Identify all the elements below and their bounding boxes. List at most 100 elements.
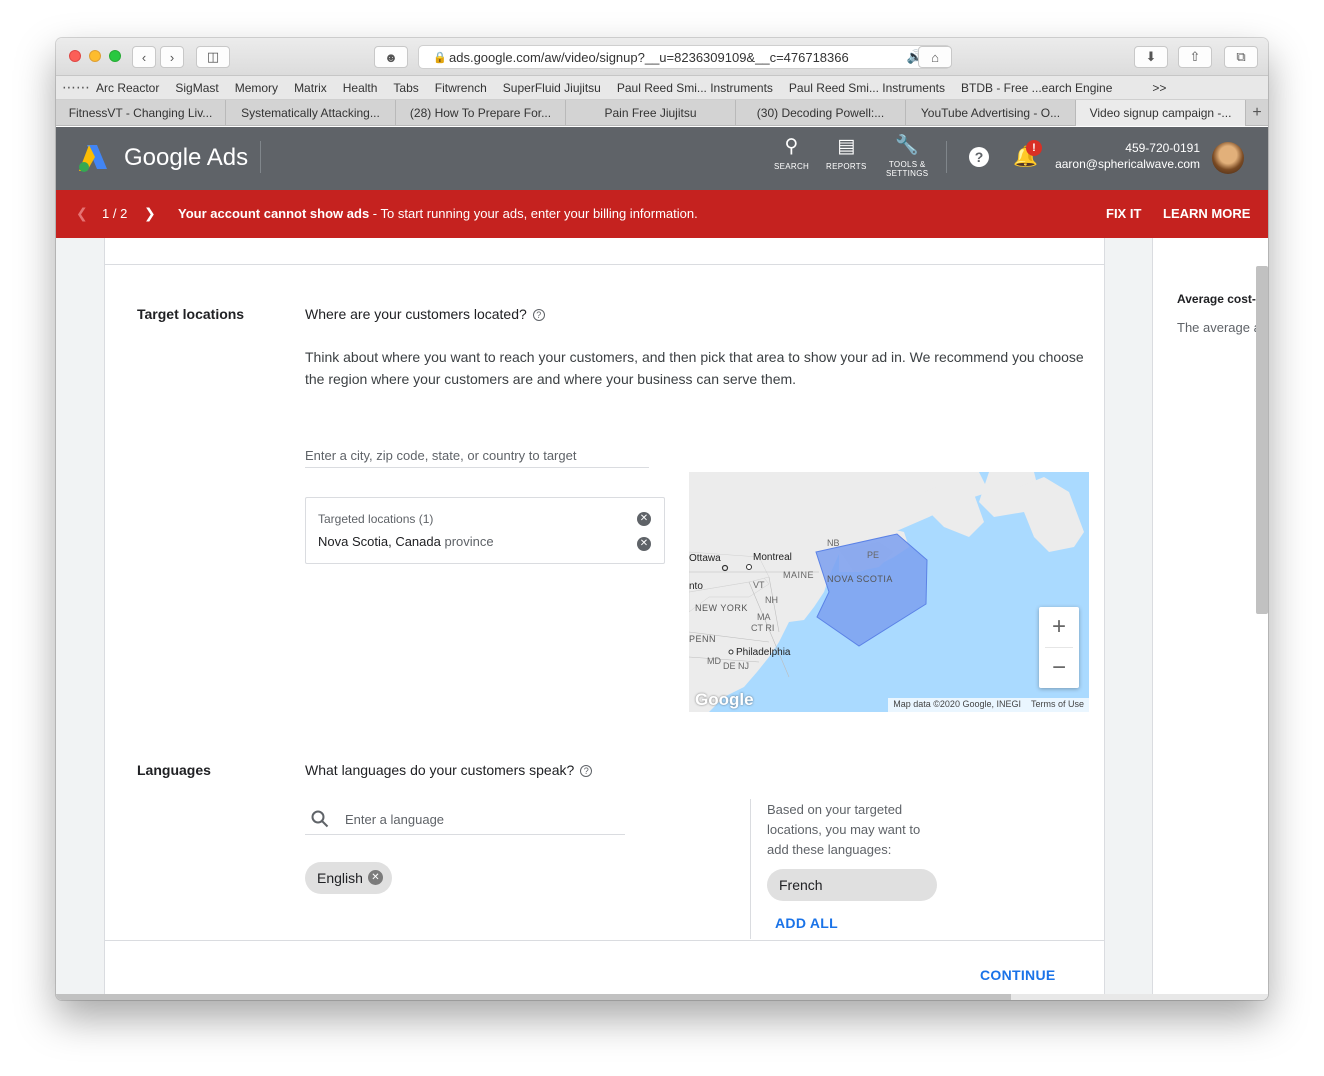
divider <box>105 264 1104 265</box>
reports-icon: ▤ <box>837 136 856 157</box>
zoom-in-icon[interactable]: + <box>1039 607 1079 647</box>
bookmark[interactable]: Fitwrench <box>435 81 487 95</box>
product-title[interactable]: Google Ads <box>124 144 248 172</box>
bookmark[interactable]: SigMast <box>175 81 218 95</box>
lock-icon: 🔒 <box>433 52 447 64</box>
clear-all-locations-icon[interactable]: ✕ <box>637 512 651 526</box>
window-minimize-button[interactable] <box>89 50 101 62</box>
ghostery-icon[interactable]: ☻ <box>374 46 408 68</box>
billing-alert-banner: ❮ 1 / 2 ❯ Your account cannot show ads -… <box>56 190 1268 238</box>
map-label: Montreal <box>753 552 792 563</box>
header-divider <box>946 141 947 173</box>
targeted-location-item: Nova Scotia, Canada province <box>318 534 494 549</box>
map-label: NOVA SCOTIA <box>827 574 893 584</box>
map-label: MAINE <box>783 570 815 580</box>
question-text: Where are your customers located? <box>305 306 527 322</box>
browser-tab[interactable]: (30) Decoding Powell:... <box>736 100 906 126</box>
bookmark[interactable]: Health <box>343 81 378 95</box>
settings-label: SETTINGS <box>886 169 929 178</box>
side-panel-text: The average ar <box>1177 320 1266 335</box>
tabs-overview-icon[interactable]: ⧉ <box>1224 46 1258 68</box>
chevron-left-icon[interactable]: ❮ <box>76 205 88 222</box>
vertical-scrollbar[interactable] <box>1256 266 1268 614</box>
suggested-language-chip[interactable]: French <box>767 869 937 901</box>
add-all-languages-button[interactable]: ADD ALL <box>775 915 838 931</box>
browser-toolbar: ‹ › ◫ ☻ 🔒 ads.google.com/aw/video/signup… <box>56 38 1268 76</box>
bookmark[interactable]: BTDB - Free ...earch Engine <box>961 81 1112 95</box>
reports-button[interactable]: ▤ REPORTS <box>826 135 867 171</box>
home-icon[interactable]: ⌂ <box>918 46 952 68</box>
bookmark[interactable]: Paul Reed Smi... Instruments <box>789 81 945 95</box>
header-divider <box>260 141 261 173</box>
browser-window: ‹ › ◫ ☻ 🔒 ads.google.com/aw/video/signup… <box>56 38 1268 1000</box>
share-icon[interactable]: ⇧ <box>1178 46 1212 68</box>
alert-message-text: - To start running your ads, enter your … <box>369 206 698 221</box>
map-label: DE NJ <box>723 661 750 671</box>
targeted-location-name: Nova Scotia, Canada <box>318 534 441 549</box>
bookmark[interactable]: Tabs <box>393 81 418 95</box>
bookmark[interactable]: Arc Reactor <box>96 81 159 95</box>
search-icon: ⚲ <box>784 136 799 157</box>
learn-more-button[interactable]: LEARN MORE <box>1163 206 1250 221</box>
location-search-input[interactable] <box>305 444 649 468</box>
browser-tab[interactable]: Pain Free Jiujitsu <box>566 100 736 126</box>
search-label: SEARCH <box>774 162 810 171</box>
chevron-right-icon[interactable]: ❯ <box>144 205 156 222</box>
bookmarks-overflow[interactable]: >> <box>1152 81 1166 95</box>
help-question-icon[interactable]: ? <box>532 309 545 321</box>
help-icon[interactable]: ? <box>969 147 989 167</box>
address-bar[interactable]: 🔒 ads.google.com/aw/video/signup?__u=823… <box>418 45 951 69</box>
continue-button[interactable]: CONTINUE <box>980 967 1056 983</box>
map-label: VT <box>753 580 765 590</box>
bookmark[interactable]: SuperFluid Jiujitsu <box>503 81 601 95</box>
map-label: PENN <box>689 634 717 644</box>
fix-it-button[interactable]: FIX IT <box>1106 206 1141 221</box>
wrench-icon: 🔧 <box>895 135 920 156</box>
new-tab-icon[interactable]: + <box>1246 100 1268 125</box>
language-search-input[interactable] <box>305 805 625 835</box>
account-email[interactable]: aaron@sphericalwave.com <box>1055 157 1200 171</box>
bookmark[interactable]: Memory <box>235 81 278 95</box>
divider <box>750 799 751 939</box>
selected-language-chip: English ✕ <box>305 862 392 894</box>
ads-header: Google Ads ⚲ SEARCH ▤ REPORTS 🔧 TOOLS & … <box>56 127 1268 190</box>
bookmark[interactable]: Matrix <box>294 81 327 95</box>
bookmark[interactable]: Paul Reed Smi... Instruments <box>617 81 773 95</box>
location-map[interactable]: Ottawa Montreal NB PE NOVA SCOTIA VT MAI… <box>689 472 1089 712</box>
alert-message: Your account cannot show ads - To start … <box>178 206 698 221</box>
notification-badge: ! <box>1026 140 1042 156</box>
browser-tab[interactable]: (28) How To Prepare For... <box>396 100 566 126</box>
window-zoom-button[interactable] <box>109 50 121 62</box>
forward-icon[interactable]: › <box>160 46 184 68</box>
window-close-button[interactable] <box>69 50 81 62</box>
zoom-out-icon[interactable]: − <box>1039 648 1079 688</box>
map-label: NB <box>827 538 840 548</box>
browser-tab[interactable]: FitnessVT - Changing Liv... <box>56 100 226 126</box>
browser-tab[interactable]: Systematically Attacking... <box>226 100 396 126</box>
account-phone[interactable]: 459-720-0191 <box>1125 141 1200 155</box>
search-button[interactable]: ⚲ SEARCH <box>774 135 809 171</box>
alert-counter: 1 / 2 <box>102 206 128 221</box>
map-label: CT RI <box>751 623 775 633</box>
tools-settings-button[interactable]: 🔧 TOOLS & SETTINGS <box>886 133 928 178</box>
back-icon[interactable]: ‹ <box>132 46 156 68</box>
browser-tab[interactable]: YouTube Advertising - O... <box>906 100 1076 126</box>
horizontal-scrollbar[interactable] <box>56 994 1011 1000</box>
search-icon <box>311 810 329 828</box>
browser-tab-active[interactable]: Video signup campaign -... <box>1076 100 1246 126</box>
language-suggestion-text: Based on your targeted locations, you ma… <box>767 802 921 857</box>
avatar[interactable] <box>1212 142 1244 174</box>
map-attribution: Map data ©2020 Google, INEGI Terms of Us… <box>888 698 1089 712</box>
sidebar-icon[interactable]: ◫ <box>196 46 230 68</box>
tools-label: TOOLS & <box>888 160 926 169</box>
remove-location-icon[interactable]: ✕ <box>637 537 651 551</box>
url-text: ads.google.com/aw/video/signup?__u=82363… <box>449 49 849 65</box>
map-terms-link[interactable]: Terms of Use <box>1031 699 1084 711</box>
downloads-icon[interactable]: ⬇ <box>1134 46 1168 68</box>
apps-grid-icon[interactable]: ⋯⋯ <box>56 79 96 96</box>
google-ads-logo-icon[interactable] <box>78 143 110 173</box>
remove-language-icon[interactable]: ✕ <box>368 870 383 885</box>
target-locations-label: Target locations <box>137 306 245 322</box>
help-question-icon[interactable]: ? <box>580 765 593 777</box>
map-label: Philadelphia <box>736 647 791 658</box>
